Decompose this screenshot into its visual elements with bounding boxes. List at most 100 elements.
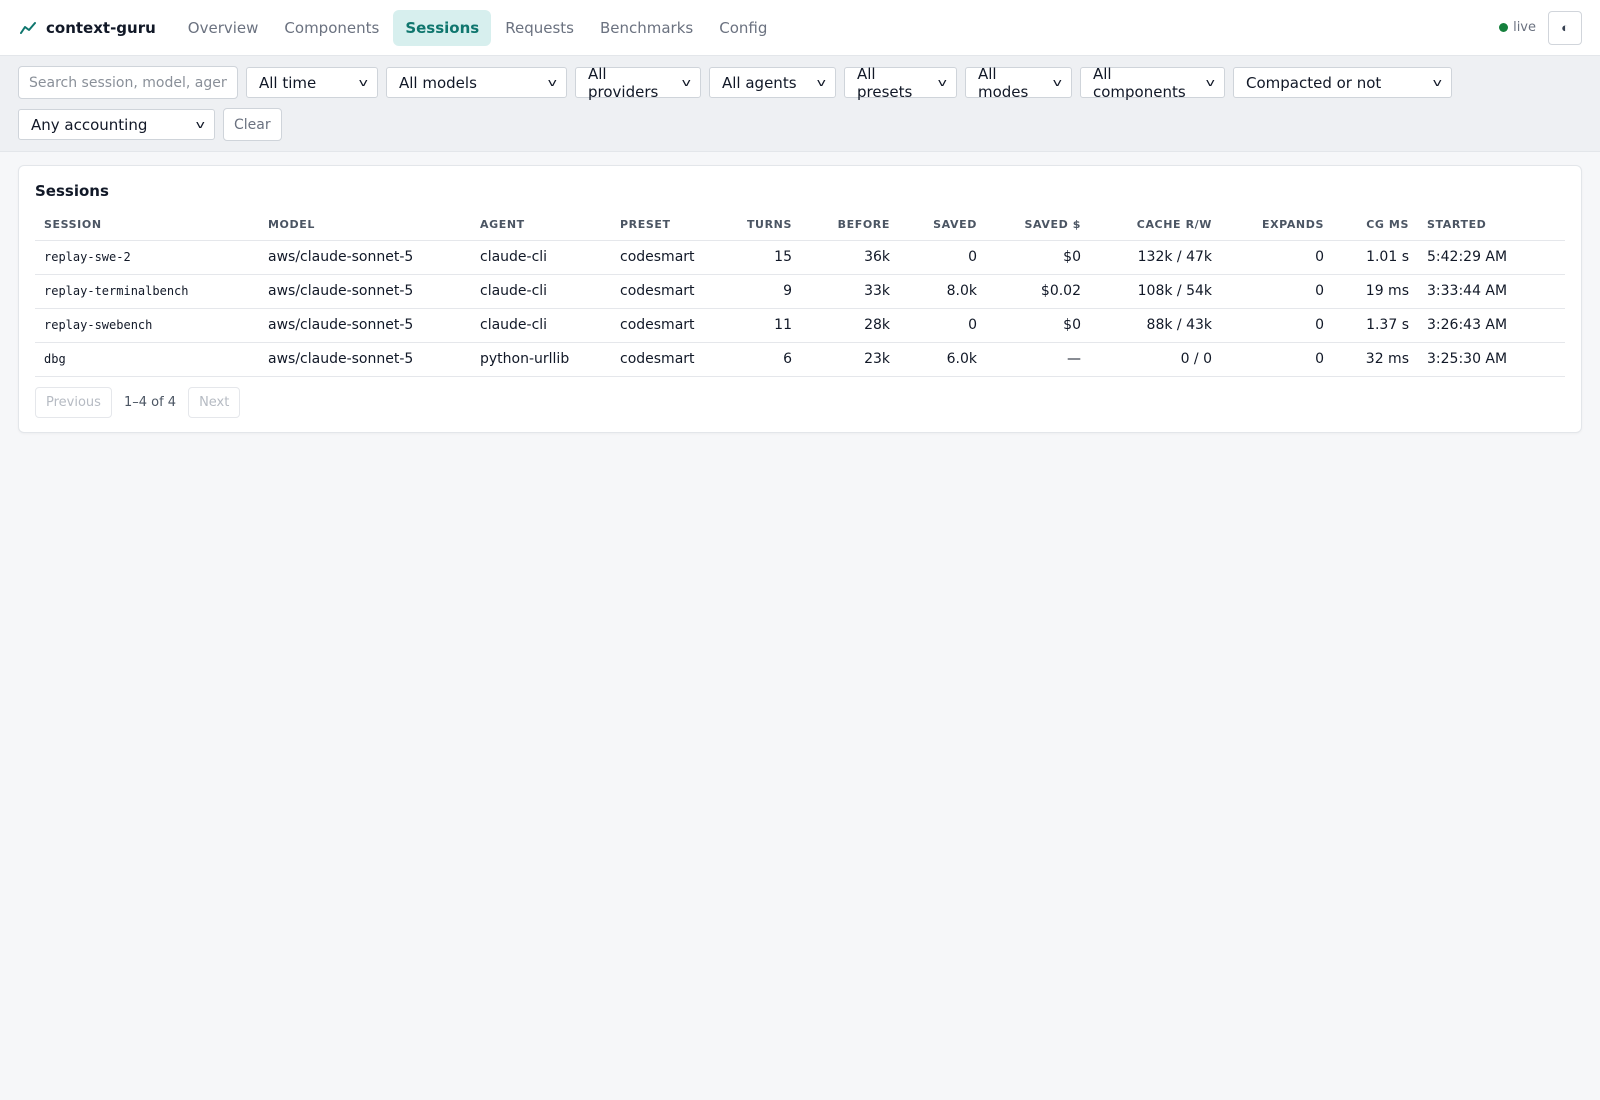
- cell-started: 3:25:30 AM: [1418, 342, 1565, 377]
- cell-session[interactable]: replay-swebench: [35, 308, 259, 343]
- cell-saved-usd: $0: [986, 308, 1090, 343]
- cell-agent: claude-cli: [471, 274, 611, 309]
- col-started[interactable]: STARTED: [1418, 212, 1565, 241]
- accounting-select-value: Any accounting: [31, 115, 148, 134]
- chevron-down-icon: v: [1206, 76, 1216, 89]
- accounting-select[interactable]: Any accounting v: [18, 109, 215, 140]
- search-input[interactable]: [18, 66, 238, 99]
- cell-cg-ms: 19 ms: [1333, 274, 1418, 309]
- next-page-button[interactable]: Next: [188, 387, 241, 418]
- col-cache-rw[interactable]: CACHE R/W: [1090, 212, 1221, 241]
- cell-preset: codesmart: [611, 274, 724, 309]
- cell-expands: 0: [1221, 274, 1333, 309]
- table-header-row: SESSION MODEL AGENT PRESET TURNS BEFORE …: [35, 212, 1565, 241]
- cell-agent: claude-cli: [471, 308, 611, 343]
- nav-overview[interactable]: Overview: [176, 10, 271, 46]
- cell-saved: 6.0k: [899, 342, 986, 377]
- brand[interactable]: context-guru: [20, 19, 156, 37]
- models-select-value: All models: [399, 73, 477, 92]
- compacted-select[interactable]: Compacted or not v: [1233, 67, 1452, 98]
- trend-line-icon: [20, 21, 36, 34]
- cell-cg-ms: 1.01 s: [1333, 240, 1418, 275]
- cell-model: aws/claude-sonnet-5: [259, 274, 471, 309]
- sessions-card: Sessions SESSION MODEL AGENT PRESET TURN…: [18, 165, 1582, 433]
- main-nav: Overview Components Sessions Requests Be…: [176, 9, 782, 46]
- col-session[interactable]: SESSION: [35, 212, 259, 241]
- cell-expands: 0: [1221, 308, 1333, 343]
- nav-config[interactable]: Config: [707, 10, 779, 46]
- previous-page-button[interactable]: Previous: [35, 387, 112, 418]
- nav-components[interactable]: Components: [272, 10, 391, 46]
- cell-cg-ms: 1.37 s: [1333, 308, 1418, 343]
- col-cg-ms[interactable]: CG MS: [1333, 212, 1418, 241]
- col-agent[interactable]: AGENT: [471, 212, 611, 241]
- clear-filters-button[interactable]: Clear: [223, 108, 282, 141]
- cell-expands: 0: [1221, 240, 1333, 275]
- chevron-down-icon: v: [548, 76, 558, 89]
- col-turns[interactable]: TURNS: [724, 212, 801, 241]
- chevron-down-icon: v: [1053, 76, 1063, 89]
- col-preset[interactable]: PRESET: [611, 212, 724, 241]
- cell-preset: codesmart: [611, 342, 724, 377]
- cell-expands: 0: [1221, 342, 1333, 377]
- topbar-right: live ◐: [1499, 10, 1582, 45]
- cell-agent: claude-cli: [471, 240, 611, 275]
- table-row[interactable]: replay-terminalbench aws/claude-sonnet-5…: [35, 274, 1565, 309]
- chevron-down-icon: v: [359, 76, 369, 89]
- nav-sessions[interactable]: Sessions: [393, 9, 492, 46]
- table-row[interactable]: dbg aws/claude-sonnet-5 python-urllib co…: [35, 342, 1565, 377]
- cell-cache-rw: 88k / 43k: [1090, 308, 1221, 343]
- col-saved-usd[interactable]: SAVED $: [986, 212, 1090, 241]
- components-select[interactable]: All components v: [1080, 65, 1225, 101]
- cell-session[interactable]: replay-terminalbench: [35, 274, 259, 309]
- cell-saved-usd: —: [986, 342, 1090, 377]
- top-nav-bar: context-guru Overview Components Session…: [0, 0, 1600, 56]
- sessions-title: Sessions: [35, 182, 109, 200]
- col-saved[interactable]: SAVED: [899, 212, 986, 241]
- cell-started: 3:33:44 AM: [1418, 274, 1565, 309]
- modes-select-value: All modes: [978, 64, 1029, 101]
- providers-select[interactable]: All providers v: [575, 65, 701, 101]
- cell-started: 5:42:29 AM: [1418, 240, 1565, 275]
- agents-select[interactable]: All agents v: [709, 67, 836, 98]
- live-label: live: [1513, 20, 1536, 35]
- nav-benchmarks[interactable]: Benchmarks: [588, 10, 705, 46]
- chevron-down-icon: v: [682, 76, 692, 89]
- chevron-down-icon: v: [817, 76, 827, 89]
- chevron-down-icon: v: [938, 76, 948, 89]
- cell-preset: codesmart: [611, 308, 724, 343]
- theme-toggle-button[interactable]: ◐: [1548, 10, 1582, 45]
- col-expands[interactable]: EXPANDS: [1221, 212, 1333, 241]
- presets-select[interactable]: All presets v: [844, 64, 957, 101]
- modes-select[interactable]: All modes v: [965, 64, 1072, 101]
- chevron-down-icon: v: [1433, 76, 1443, 89]
- cell-saved-usd: $0: [986, 240, 1090, 275]
- table-row[interactable]: replay-swe-2 aws/claude-sonnet-5 claude-…: [35, 240, 1565, 275]
- cell-saved: 8.0k: [899, 274, 986, 309]
- col-before[interactable]: BEFORE: [801, 212, 899, 241]
- col-model[interactable]: MODEL: [259, 212, 471, 241]
- cell-session[interactable]: dbg: [35, 342, 259, 377]
- presets-select-value: All presets: [857, 64, 913, 101]
- cell-saved: 0: [899, 240, 986, 275]
- cell-session[interactable]: replay-swe-2: [35, 240, 259, 275]
- models-select[interactable]: All models v: [386, 67, 567, 98]
- cell-turns: 9: [724, 274, 801, 309]
- filter-bar: All time v All models v All providers v All…: [0, 56, 1600, 152]
- table-row[interactable]: replay-swebench aws/claude-sonnet-5 clau…: [35, 308, 1565, 343]
- cell-before: 28k: [801, 308, 899, 343]
- chevron-down-icon: v: [196, 118, 206, 131]
- agents-select-value: All agents: [722, 73, 797, 92]
- cell-model: aws/claude-sonnet-5: [259, 240, 471, 275]
- cell-turns: 6: [724, 342, 801, 377]
- cell-agent: python-urllib: [471, 342, 611, 377]
- cell-saved: 0: [899, 308, 986, 343]
- contrast-icon: ◐: [1561, 20, 1569, 35]
- cell-cache-rw: 0 / 0: [1090, 342, 1221, 377]
- time-select[interactable]: All time v: [246, 67, 378, 98]
- cell-before: 33k: [801, 274, 899, 309]
- cell-turns: 15: [724, 240, 801, 275]
- compacted-select-value: Compacted or not: [1246, 73, 1382, 92]
- sessions-table: SESSION MODEL AGENT PRESET TURNS BEFORE …: [35, 212, 1565, 377]
- nav-requests[interactable]: Requests: [493, 10, 586, 46]
